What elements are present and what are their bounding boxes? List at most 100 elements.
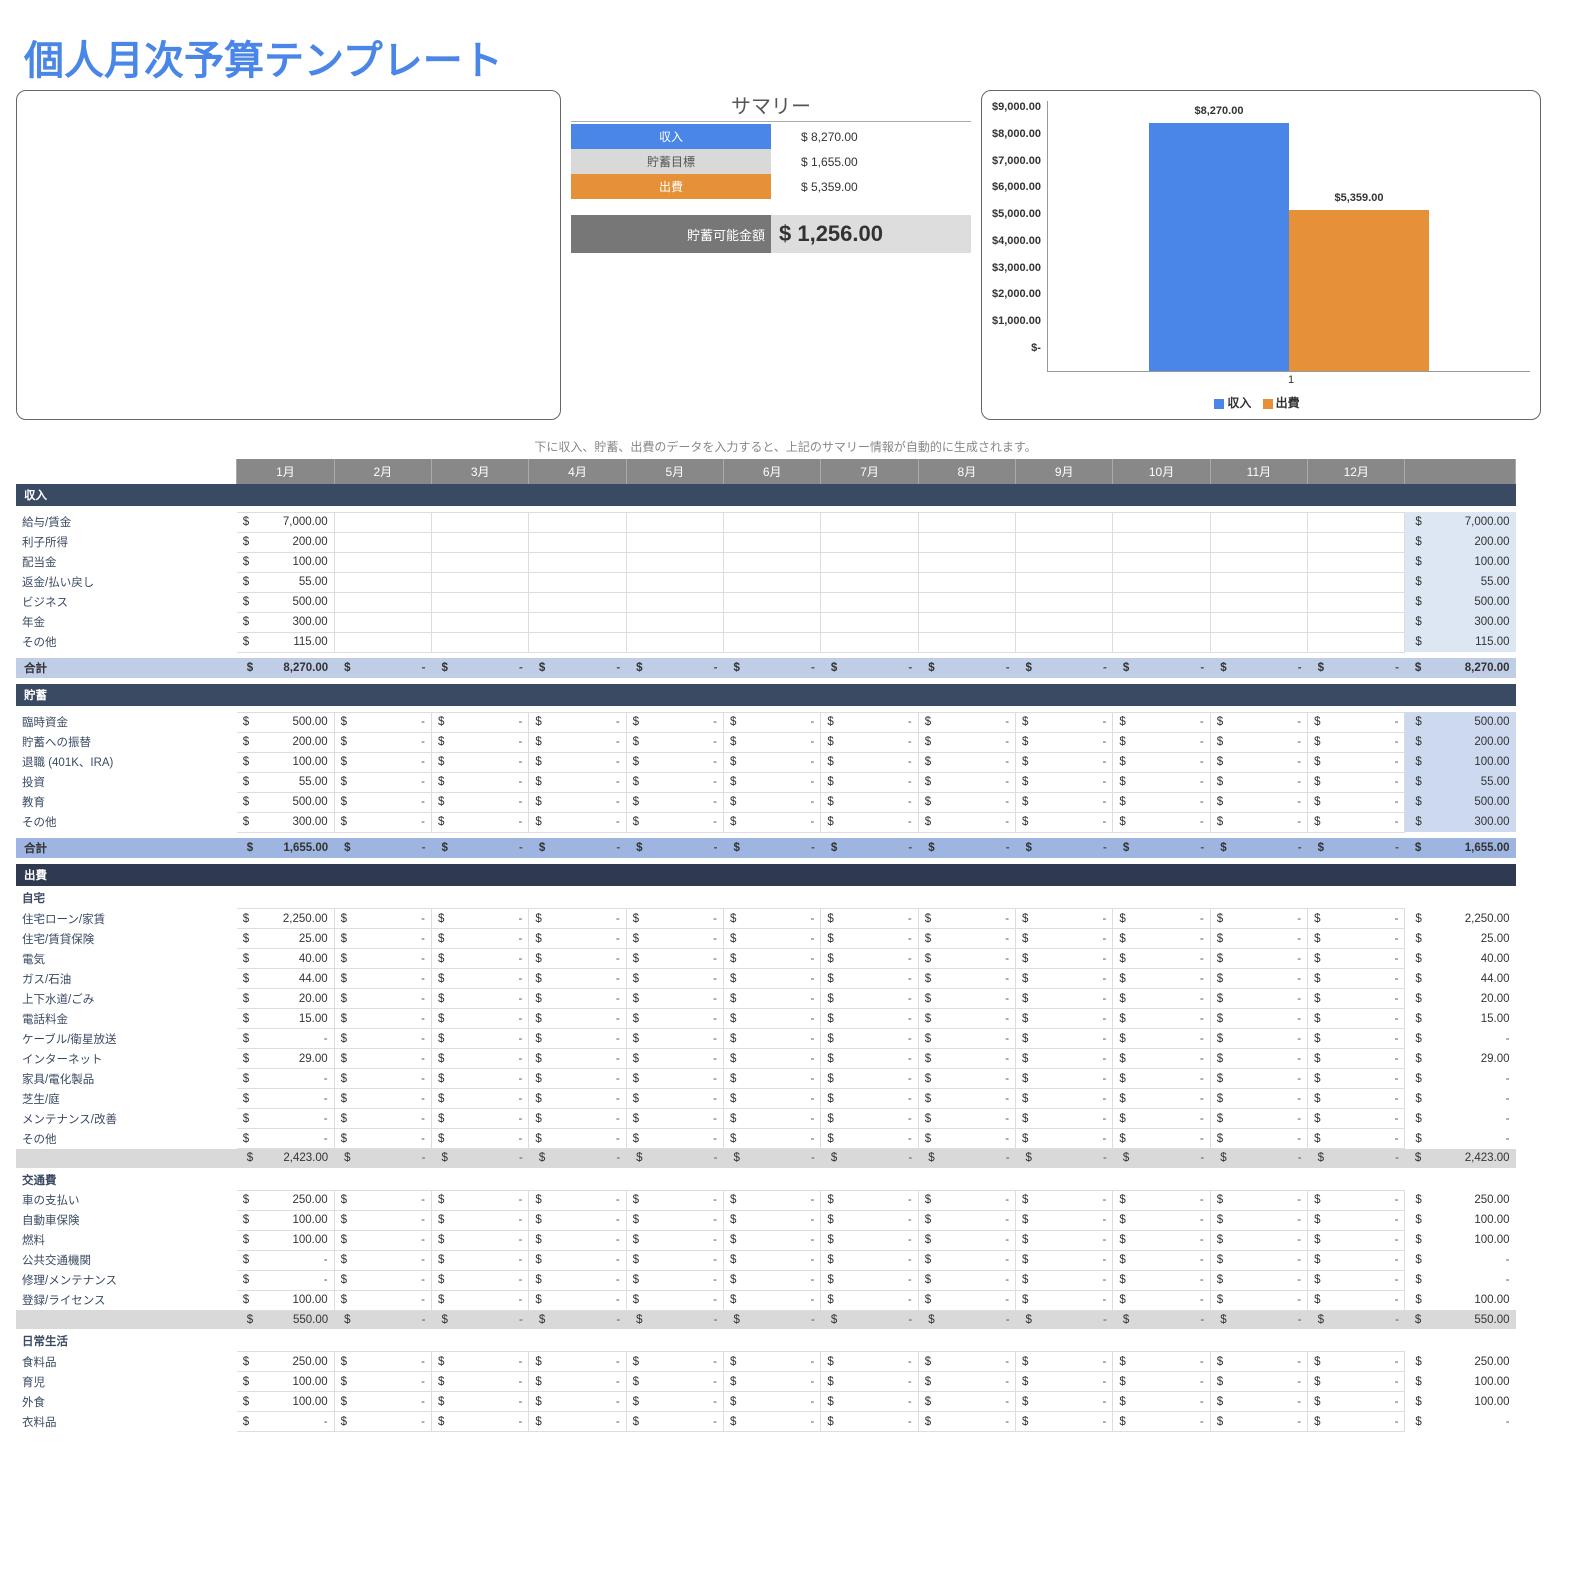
amount-cell[interactable]: $- xyxy=(431,1290,528,1310)
amount-cell[interactable]: $- xyxy=(626,812,723,832)
amount-cell[interactable]: $- xyxy=(237,1029,334,1049)
amount-cell[interactable]: $- xyxy=(918,909,1015,929)
amount-cell[interactable]: $- xyxy=(431,929,528,949)
budget-grid[interactable]: 1月2月3月4月5月6月7月8月9月10月11月12月収入給与/賃金$7,000… xyxy=(16,459,1516,1432)
amount-cell[interactable]: $- xyxy=(1308,989,1405,1009)
amount-cell[interactable]: $100.00 xyxy=(237,1392,334,1412)
amount-cell[interactable]: $- xyxy=(626,929,723,949)
amount-cell[interactable]: $- xyxy=(1016,1270,1113,1290)
amount-cell[interactable]: $- xyxy=(431,1190,528,1210)
amount-cell[interactable]: $- xyxy=(431,949,528,969)
amount-cell[interactable] xyxy=(626,552,723,572)
amount-cell[interactable]: $- xyxy=(724,1190,821,1210)
amount-cell[interactable]: $- xyxy=(918,929,1015,949)
amount-cell[interactable]: $- xyxy=(1210,1029,1307,1049)
amount-cell[interactable]: $- xyxy=(529,1129,626,1149)
amount-cell[interactable]: $- xyxy=(431,1392,528,1412)
amount-cell[interactable]: $- xyxy=(1113,712,1210,732)
amount-cell[interactable]: $- xyxy=(626,732,723,752)
amount-cell[interactable]: $- xyxy=(1113,1392,1210,1412)
amount-cell[interactable]: $- xyxy=(1016,1089,1113,1109)
amount-cell[interactable] xyxy=(431,552,528,572)
amount-cell[interactable]: $- xyxy=(1016,909,1113,929)
amount-cell[interactable]: $- xyxy=(626,1210,723,1230)
amount-cell[interactable]: $- xyxy=(626,1069,723,1089)
amount-cell[interactable]: $- xyxy=(1016,792,1113,812)
amount-cell[interactable]: $25.00 xyxy=(237,929,334,949)
amount-cell[interactable]: $- xyxy=(821,732,918,752)
amount-cell[interactable]: $7,000.00 xyxy=(237,512,334,532)
amount-cell[interactable]: $- xyxy=(626,1270,723,1290)
amount-cell[interactable] xyxy=(724,572,821,592)
amount-cell[interactable] xyxy=(1210,552,1307,572)
amount-cell[interactable] xyxy=(821,532,918,552)
amount-cell[interactable]: $- xyxy=(724,732,821,752)
amount-cell[interactable]: $- xyxy=(1113,1270,1210,1290)
amount-cell[interactable]: $- xyxy=(1016,772,1113,792)
amount-cell[interactable]: $- xyxy=(1016,812,1113,832)
amount-cell[interactable]: $- xyxy=(918,812,1015,832)
amount-cell[interactable]: $- xyxy=(626,1190,723,1210)
amount-cell[interactable]: $- xyxy=(1308,1129,1405,1149)
amount-cell[interactable]: $- xyxy=(431,1270,528,1290)
amount-cell[interactable]: $- xyxy=(1210,752,1307,772)
amount-cell[interactable]: $- xyxy=(821,1290,918,1310)
amount-cell[interactable] xyxy=(1113,592,1210,612)
amount-cell[interactable]: $- xyxy=(529,792,626,812)
amount-cell[interactable] xyxy=(1308,592,1405,612)
amount-cell[interactable]: $- xyxy=(334,1230,431,1250)
amount-cell[interactable]: $- xyxy=(237,1412,334,1432)
amount-cell[interactable]: $- xyxy=(821,949,918,969)
amount-cell[interactable]: $- xyxy=(1113,1129,1210,1149)
amount-cell[interactable]: $- xyxy=(724,1009,821,1029)
amount-cell[interactable]: $- xyxy=(1113,1230,1210,1250)
amount-cell[interactable]: $- xyxy=(1113,989,1210,1009)
amount-cell[interactable]: $250.00 xyxy=(237,1190,334,1210)
amount-cell[interactable]: $- xyxy=(1210,1412,1307,1432)
amount-cell[interactable]: $- xyxy=(529,909,626,929)
amount-cell[interactable] xyxy=(1113,632,1210,652)
amount-cell[interactable]: $- xyxy=(821,1270,918,1290)
amount-cell[interactable]: $200.00 xyxy=(237,732,334,752)
amount-cell[interactable]: $- xyxy=(1016,1372,1113,1392)
amount-cell[interactable]: $- xyxy=(1210,1009,1307,1029)
amount-cell[interactable]: $- xyxy=(1113,772,1210,792)
amount-cell[interactable] xyxy=(918,552,1015,572)
amount-cell[interactable]: $- xyxy=(918,712,1015,732)
amount-cell[interactable]: $- xyxy=(334,1270,431,1290)
amount-cell[interactable] xyxy=(724,532,821,552)
amount-cell[interactable]: $- xyxy=(626,1049,723,1069)
amount-cell[interactable]: $100.00 xyxy=(237,1372,334,1392)
amount-cell[interactable]: $200.00 xyxy=(237,532,334,552)
amount-cell[interactable]: $100.00 xyxy=(237,1210,334,1230)
amount-cell[interactable]: $- xyxy=(626,772,723,792)
amount-cell[interactable]: $- xyxy=(1113,929,1210,949)
amount-cell[interactable]: $- xyxy=(918,1250,1015,1270)
amount-cell[interactable] xyxy=(1016,532,1113,552)
amount-cell[interactable]: $- xyxy=(334,1190,431,1210)
amount-cell[interactable]: $- xyxy=(1210,1109,1307,1129)
amount-cell[interactable]: $- xyxy=(724,1069,821,1089)
amount-cell[interactable]: $- xyxy=(1113,1069,1210,1089)
amount-cell[interactable]: $- xyxy=(1210,1089,1307,1109)
amount-cell[interactable]: $- xyxy=(1210,712,1307,732)
amount-cell[interactable] xyxy=(821,612,918,632)
amount-cell[interactable]: $- xyxy=(529,1392,626,1412)
amount-cell[interactable]: $- xyxy=(431,1009,528,1029)
amount-cell[interactable]: $- xyxy=(431,1089,528,1109)
amount-cell[interactable]: $- xyxy=(918,1129,1015,1149)
amount-cell[interactable]: $- xyxy=(529,812,626,832)
amount-cell[interactable]: $- xyxy=(334,1049,431,1069)
amount-cell[interactable]: $- xyxy=(1308,929,1405,949)
amount-cell[interactable]: $- xyxy=(334,1290,431,1310)
amount-cell[interactable]: $- xyxy=(918,772,1015,792)
amount-cell[interactable]: $- xyxy=(529,1290,626,1310)
amount-cell[interactable]: $- xyxy=(724,812,821,832)
amount-cell[interactable]: $- xyxy=(1113,1412,1210,1432)
amount-cell[interactable]: $- xyxy=(724,1129,821,1149)
amount-cell[interactable] xyxy=(1113,532,1210,552)
amount-cell[interactable] xyxy=(1308,552,1405,572)
amount-cell[interactable] xyxy=(529,572,626,592)
amount-cell[interactable] xyxy=(1016,512,1113,532)
amount-cell[interactable]: $- xyxy=(821,969,918,989)
